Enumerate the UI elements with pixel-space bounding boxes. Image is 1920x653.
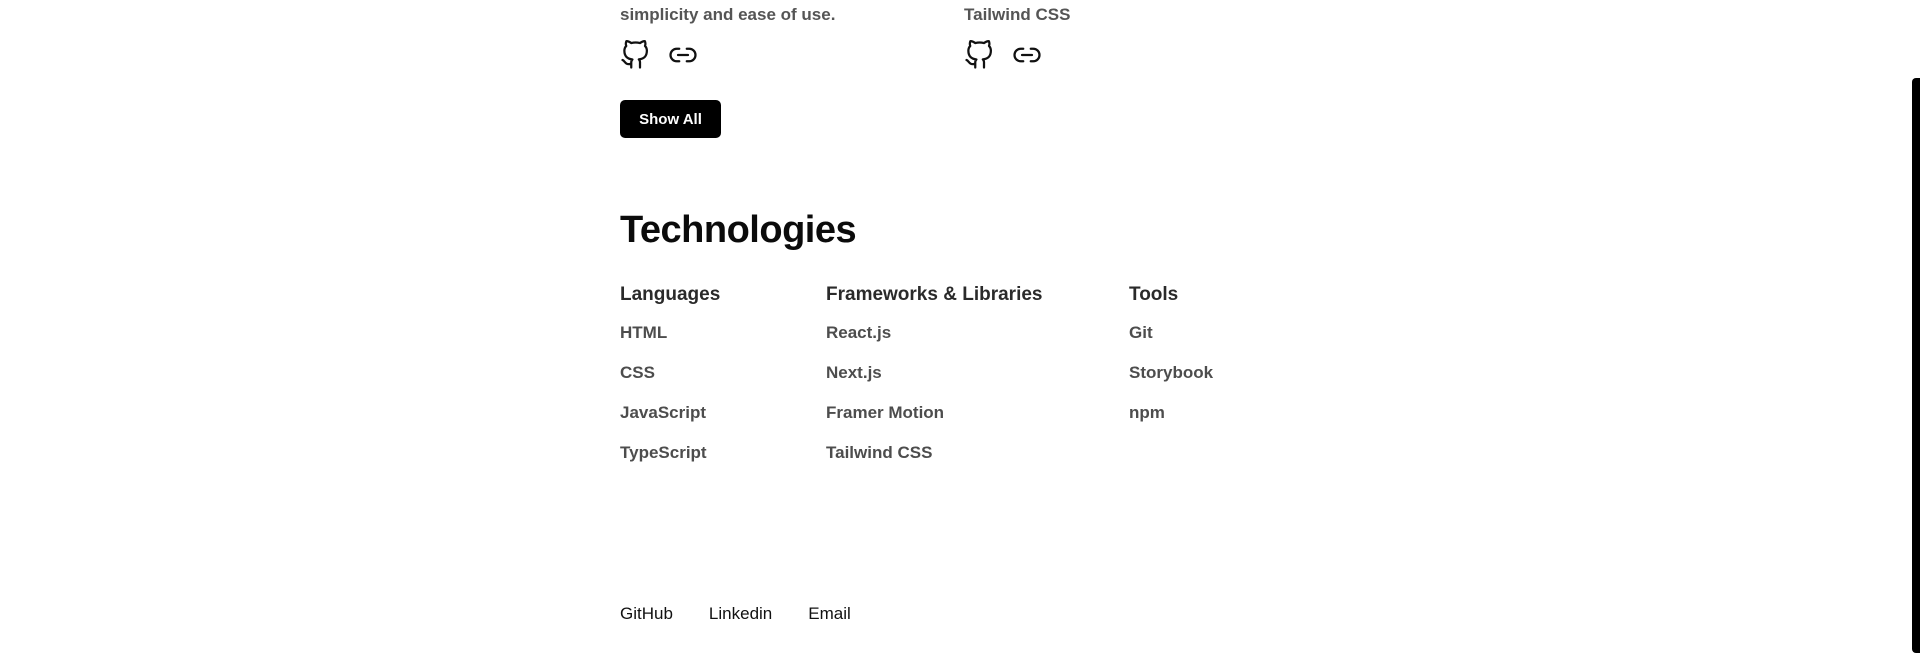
tech-item: Next.js: [826, 363, 882, 382]
tech-item: React.js: [826, 323, 892, 342]
tech-column-frameworks: Frameworks & Libraries React.js Next.js …: [826, 282, 1042, 481]
tech-column-languages: Languages HTML CSS JavaScript TypeScript: [620, 282, 720, 481]
tech-item: TypeScript: [620, 443, 707, 462]
tech-item: npm: [1129, 403, 1165, 422]
footer-link-linkedin[interactable]: Linkedin: [709, 603, 772, 625]
tech-item: CSS: [620, 363, 655, 382]
tech-column-heading: Tools: [1129, 284, 1179, 305]
tech-item: JavaScript: [620, 403, 706, 422]
tech-item: HTML: [620, 323, 668, 342]
link-icon[interactable]: [1012, 40, 1042, 70]
tech-column-heading: Languages: [620, 284, 721, 305]
github-icon[interactable]: [620, 40, 650, 70]
project-description: simplicity and ease of use.: [620, 5, 836, 24]
project-links: [620, 40, 698, 70]
technologies-title: Technologies: [620, 209, 857, 251]
project-links: [964, 40, 1042, 70]
page: simplicity and ease of use. Tailwind CSS…: [0, 0, 1920, 653]
footer-link-email[interactable]: Email: [808, 603, 851, 625]
tech-item: Git: [1129, 323, 1153, 342]
link-icon[interactable]: [668, 40, 698, 70]
footer-nav: GitHub Linkedin Email: [620, 603, 851, 625]
project-description: Tailwind CSS: [964, 5, 1071, 24]
tech-column-tools: Tools Git Storybook npm: [1129, 282, 1213, 441]
tech-item: Framer Motion: [826, 403, 945, 422]
tech-item: Tailwind CSS: [826, 443, 933, 462]
tech-item: Storybook: [1129, 363, 1214, 382]
scrollbar-thumb[interactable]: [1912, 78, 1920, 653]
github-icon[interactable]: [964, 40, 994, 70]
footer-link-github[interactable]: GitHub: [620, 603, 673, 625]
show-all-button[interactable]: Show All: [620, 100, 721, 138]
tech-column-heading: Frameworks & Libraries: [826, 284, 1043, 305]
